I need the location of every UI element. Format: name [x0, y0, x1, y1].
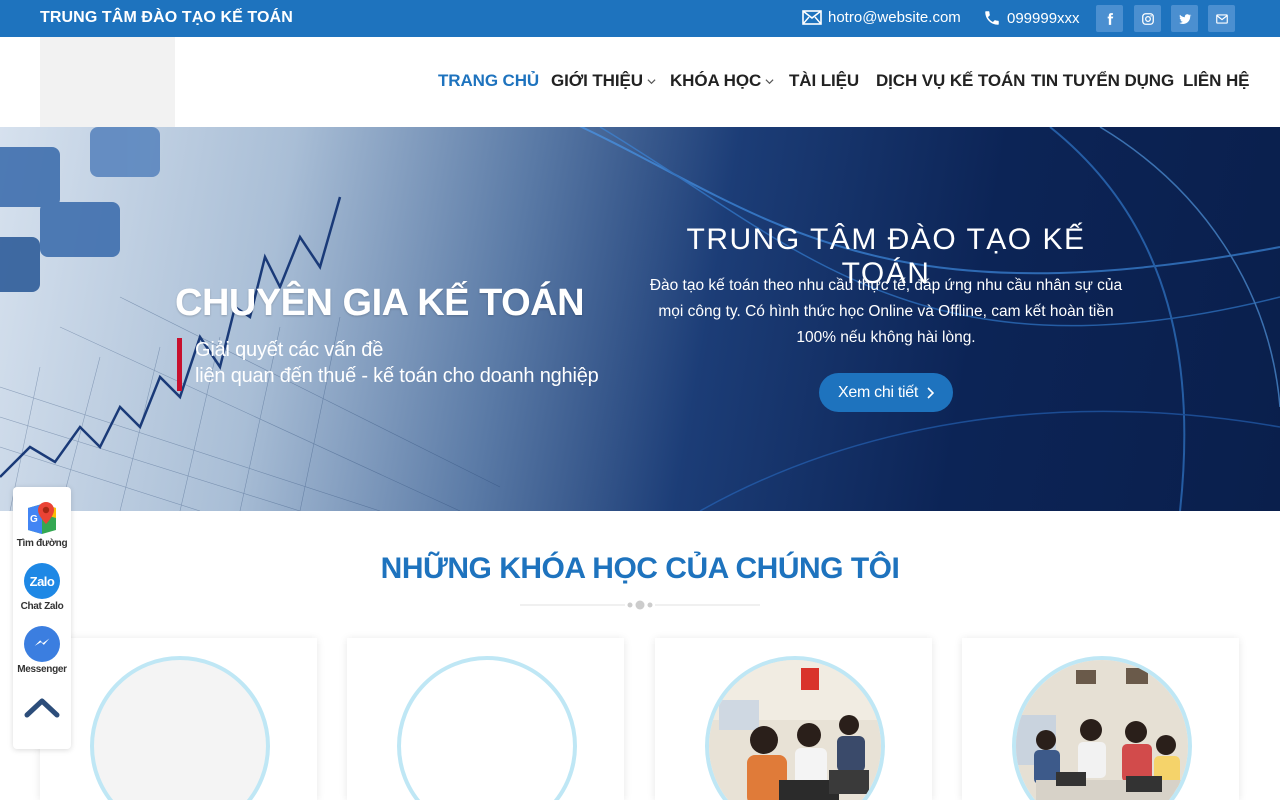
topbar-brand[interactable]: TRUNG TÂM ĐÀO TẠO KẾ TOÁN [40, 9, 293, 27]
nav-item-documents[interactable]: TÀI LIỆU [789, 71, 859, 91]
messenger-label: Messenger [17, 664, 67, 675]
zalo-chat-button[interactable]: Zalo Chat Zalo [13, 563, 71, 612]
nav-item-label: LIÊN HỆ [1183, 71, 1250, 90]
courses-section-title: NHỮNG KHÓA HỌC CỦA CHÚNG TÔI [380, 552, 900, 585]
phone-icon [985, 11, 999, 25]
chevron-up-icon [24, 698, 60, 718]
course-card[interactable] [347, 638, 624, 800]
nav-item-label: GIỚI THIỆU [551, 71, 643, 90]
hero-accent-bar [177, 338, 182, 391]
top-bar: TRUNG TÂM ĐÀO TẠO KẾ TOÁN hotro@website.… [0, 0, 1280, 37]
hero-banner: CHUYÊN GIA KẾ TOÁN Giải quyết các vấn đề… [0, 127, 1280, 511]
directions-button[interactable]: G Tìm đường [13, 500, 71, 549]
site-header: TRANG CHỦ GIỚI THIỆU KHÓA HỌC TÀI LIỆU D… [0, 37, 1280, 127]
classroom-photo [1016, 660, 1188, 800]
instagram-icon [1141, 12, 1154, 25]
site-logo[interactable] [40, 37, 175, 127]
topbar-phone-text: 099999xxx [1007, 9, 1080, 27]
nav-item-jobs[interactable]: TIN TUYỂN DỤNG [1031, 71, 1174, 91]
email-button[interactable] [1208, 5, 1235, 32]
nav-item-about[interactable]: GIỚI THIỆU [551, 71, 656, 91]
hero-left-title: CHUYÊN GIA KẾ TOÁN [175, 282, 585, 324]
course-thumbnail [397, 656, 577, 800]
course-thumbnail [90, 656, 270, 800]
envelope-icon [802, 10, 822, 25]
nav-item-home[interactable]: TRANG CHỦ [438, 71, 539, 91]
nav-item-services[interactable]: DỊCH VỤ KẾ TOÁN [876, 71, 1025, 91]
course-card[interactable] [40, 638, 317, 800]
topbar-email-text: hotro@website.com [828, 9, 961, 26]
messenger-button[interactable]: Messenger [13, 626, 71, 675]
topbar-email[interactable]: hotro@website.com [802, 9, 961, 26]
chevron-down-icon [647, 78, 656, 84]
svg-text:G: G [30, 514, 38, 525]
directions-label: Tìm đường [16, 538, 68, 549]
google-maps-icon: G [24, 500, 60, 536]
nav-item-courses[interactable]: KHÓA HỌC [670, 71, 774, 91]
nav-item-label: DỊCH VỤ KẾ TOÁN [876, 71, 1026, 90]
messenger-icon [24, 626, 60, 662]
course-thumbnail-photo [705, 656, 885, 800]
zalo-logo-text: Zalo [29, 573, 55, 589]
nav-item-label: KHÓA HỌC [670, 71, 762, 90]
nav-item-label: TÀI LIỆU [789, 71, 860, 90]
floating-contact-widget: G Tìm đường Zalo Chat Zalo Messenger [13, 487, 71, 749]
hero-description: Đào tạo kế toán theo nhu cầu thực tế, đá… [649, 277, 1123, 346]
hero-left-subtitle-line-2: liên quan đến thuế - kế toán cho doanh n… [195, 365, 599, 387]
twitter-button[interactable] [1171, 5, 1198, 32]
twitter-icon [1178, 13, 1191, 24]
hero-cta-label: Xem chi tiết [838, 383, 918, 401]
envelope-icon [1215, 13, 1228, 24]
facebook-button[interactable] [1096, 5, 1123, 32]
chevron-down-icon [765, 78, 774, 84]
scroll-to-top-button[interactable] [13, 695, 71, 719]
nav-item-label: TRANG CHỦ [438, 71, 540, 90]
zalo-chat-label: Chat Zalo [20, 601, 64, 612]
course-card[interactable] [655, 638, 932, 800]
instagram-button[interactable] [1134, 5, 1161, 32]
zalo-icon: Zalo [24, 563, 60, 599]
nav-item-label: TIN TUYỂN DỤNG [1031, 71, 1175, 90]
nav-item-contact[interactable]: LIÊN HỆ [1183, 71, 1249, 91]
hero-left-subtitle-line-1: Giải quyết các vấn đề [195, 339, 384, 361]
course-thumbnail-photo [1012, 656, 1192, 800]
topbar-phone[interactable]: 099999xxx [983, 9, 1080, 27]
hero-cta-button[interactable]: Xem chi tiết [819, 373, 953, 412]
hero-left-subtitle: Giải quyết các vấn đề liên quan đến thuế… [195, 337, 599, 389]
facebook-icon [1107, 12, 1113, 25]
section-divider [520, 600, 760, 610]
course-card[interactable] [962, 638, 1239, 800]
chevron-right-icon [927, 386, 934, 399]
classroom-photo [709, 660, 881, 800]
